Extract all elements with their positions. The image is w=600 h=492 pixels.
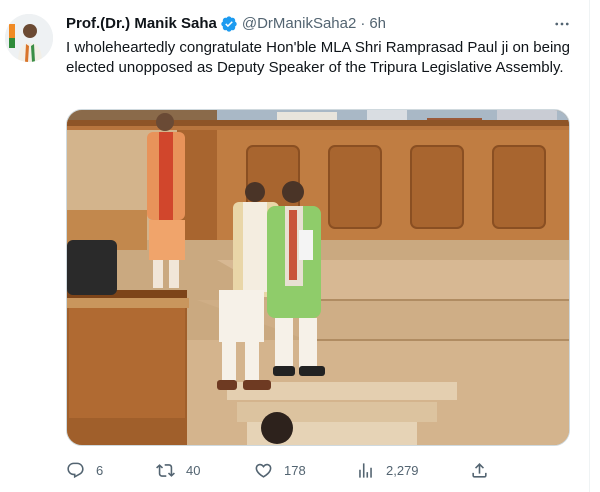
- reply-icon: [67, 462, 84, 478]
- share-button[interactable]: [470, 456, 489, 484]
- author-handle[interactable]: @DrManikSaha2: [242, 14, 356, 34]
- avatar-image: [5, 14, 53, 62]
- tweet-timestamp[interactable]: 6h: [369, 14, 386, 34]
- separator-dot: ·: [360, 15, 366, 32]
- reply-count: 6: [96, 462, 104, 478]
- more-options-icon[interactable]: [551, 14, 573, 34]
- retweet-count: 40: [186, 462, 201, 478]
- like-count: 178: [284, 462, 306, 478]
- views-count: 2,279: [386, 462, 419, 478]
- author-name[interactable]: Prof.(Dr.) Manik Saha: [66, 14, 217, 34]
- views-button[interactable]: 2,279: [356, 456, 419, 484]
- tweet-photo[interactable]: [66, 109, 570, 446]
- retweet-icon: [156, 463, 175, 477]
- author-avatar[interactable]: [5, 14, 53, 62]
- like-button[interactable]: 178: [254, 456, 306, 484]
- reply-button[interactable]: 6: [66, 456, 103, 484]
- views-icon: [359, 462, 372, 478]
- retweet-button[interactable]: 40: [156, 456, 200, 484]
- verified-badge-icon: [220, 15, 238, 33]
- tweet-actions: 6 40 178 2,279: [58, 456, 498, 484]
- assembly-photo: [67, 110, 569, 445]
- like-icon: [255, 463, 272, 478]
- tweet-text: I wholeheartedly congratulate Hon'ble ML…: [66, 39, 570, 76]
- tweet-card[interactable]: Prof.(Dr.) Manik Saha @DrManikSaha2 · 6h…: [0, 0, 590, 492]
- share-icon: [472, 462, 487, 478]
- tweet-header: Prof.(Dr.) Manik Saha @DrManikSaha2 · 6h: [66, 14, 386, 34]
